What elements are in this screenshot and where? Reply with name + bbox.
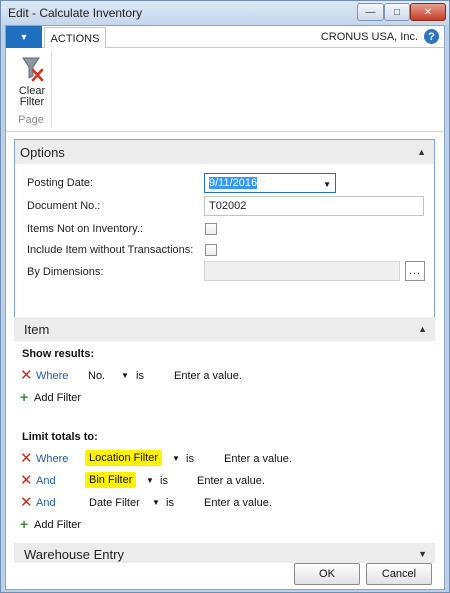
- show-results-filter-row: ✕ Where No. ▼ is Enter a value.: [20, 368, 420, 386]
- limit-filter-row: ✕ Where Location Filter ▼ is Enter a val…: [20, 450, 420, 469]
- ribbon-group-page: Clear Filter Page: [12, 52, 52, 128]
- posting-date-label: Posting Date:: [27, 177, 94, 189]
- chevron-down-icon[interactable]: ▼: [152, 498, 160, 507]
- filter-operator: is: [136, 370, 144, 382]
- funnel-clear-icon: [22, 57, 44, 82]
- posting-date-value: 9/11/2016: [209, 177, 258, 189]
- by-dimensions-assist-button[interactable]: ...: [405, 261, 425, 281]
- show-results-label: Show results:: [22, 348, 95, 360]
- by-dimensions-field[interactable]: [204, 261, 400, 281]
- include-item-checkbox[interactable]: [205, 244, 217, 256]
- document-no-label: Document No.:: [27, 200, 101, 212]
- document-no-field[interactable]: T02002: [204, 196, 424, 216]
- item-title: Item: [24, 322, 50, 337]
- filter-value[interactable]: Enter a value.: [224, 453, 292, 465]
- add-filter-link[interactable]: Add Filter: [34, 392, 81, 404]
- item-header[interactable]: Item ▲: [14, 317, 435, 341]
- help-icon[interactable]: ?: [424, 29, 439, 44]
- chevron-down-icon[interactable]: ▼: [121, 371, 129, 380]
- items-not-on-inventory-label: Items Not on Inventory.:: [27, 223, 143, 235]
- warehouse-entry-header[interactable]: Warehouse Entry ▼: [14, 543, 435, 565]
- limit-totals-label: Limit totals to:: [22, 431, 98, 443]
- filter-conjunction: Where: [36, 370, 69, 382]
- group-label-page: Page: [18, 114, 44, 126]
- filter-value[interactable]: Enter a value.: [174, 370, 242, 382]
- add-filter-row[interactable]: + Add Filter: [20, 390, 420, 408]
- document-no-value: T02002: [209, 200, 247, 212]
- add-filter-link[interactable]: Add Filter: [34, 519, 81, 531]
- chevron-down-icon[interactable]: ▼: [146, 476, 154, 485]
- ribbon-body: Clear Filter Page: [6, 48, 444, 132]
- ribbon-tabs: ▼ ACTIONS CRONUS USA, Inc. ?: [6, 26, 444, 49]
- filter-field[interactable]: No.: [88, 370, 105, 382]
- x-icon[interactable]: ✕: [20, 495, 33, 511]
- filter-field[interactable]: Location Filter: [85, 450, 163, 466]
- dialog-footer: OK Cancel: [6, 563, 444, 589]
- limit-filter-row: ✕ And Bin Filter ▼ is Enter a value.: [20, 472, 420, 491]
- x-icon[interactable]: ✕: [20, 451, 33, 467]
- filter-conjunction: And: [36, 475, 56, 487]
- minimize-button[interactable]: —: [357, 3, 384, 21]
- app-menu-button[interactable]: ▼: [6, 26, 42, 48]
- ok-button[interactable]: OK: [294, 563, 360, 585]
- filter-conjunction: Where: [36, 453, 69, 465]
- client-area: ▼ ACTIONS CRONUS USA, Inc. ? Clear Filte…: [5, 25, 445, 590]
- dialog-window: Edit - Calculate Inventory — □ ✕ ▼ ACTIO…: [0, 0, 450, 593]
- filter-operator: is: [166, 497, 174, 509]
- chevron-up-icon: ▲: [418, 324, 427, 334]
- chevron-down-icon: ▼: [418, 549, 427, 559]
- options-title: Options: [20, 144, 65, 160]
- add-filter-row[interactable]: + Add Filter: [20, 517, 420, 535]
- include-item-label: Include Item without Transactions:: [27, 244, 194, 256]
- by-dimensions-label: By Dimensions:: [27, 266, 104, 278]
- filter-field[interactable]: Bin Filter: [85, 472, 137, 488]
- options-section: Options ▲ Posting Date: 9/11/2016 ▼ Docu…: [14, 139, 435, 319]
- filter-value[interactable]: Enter a value.: [197, 475, 265, 487]
- company-name: CRONUS USA, Inc.: [320, 31, 418, 43]
- clear-filter-label: Clear Filter: [18, 85, 46, 108]
- filter-operator: is: [186, 453, 194, 465]
- posting-date-field[interactable]: 9/11/2016 ▼: [204, 173, 336, 193]
- limit-filter-row: ✕ And Date Filter ▼ is Enter a value.: [20, 495, 420, 513]
- items-not-on-inventory-checkbox[interactable]: [205, 223, 217, 235]
- plus-icon: +: [20, 516, 29, 532]
- warehouse-entry-title: Warehouse Entry: [24, 547, 124, 562]
- x-icon[interactable]: ✕: [20, 473, 33, 489]
- window-title: Edit - Calculate Inventory: [8, 6, 143, 20]
- plus-icon: +: [20, 389, 29, 405]
- title-bar: Edit - Calculate Inventory — □ ✕: [1, 1, 449, 25]
- filter-value[interactable]: Enter a value.: [204, 497, 272, 509]
- chevron-down-icon: ▼: [323, 180, 331, 189]
- content-area: Options ▲ Posting Date: 9/11/2016 ▼ Docu…: [6, 133, 444, 565]
- filter-conjunction: And: [36, 497, 56, 509]
- chevron-down-icon[interactable]: ▼: [172, 454, 180, 463]
- minimize-icon: —: [365, 6, 376, 18]
- close-icon: ✕: [423, 6, 433, 18]
- filter-operator: is: [160, 475, 168, 487]
- chevron-down-icon: ▼: [19, 32, 29, 42]
- maximize-button[interactable]: □: [384, 3, 410, 21]
- options-header[interactable]: Options ▲: [15, 140, 434, 164]
- close-button[interactable]: ✕: [410, 3, 446, 21]
- x-icon[interactable]: ✕: [20, 368, 33, 384]
- clear-filter-button[interactable]: Clear Filter: [14, 54, 50, 110]
- tab-actions[interactable]: ACTIONS: [44, 27, 106, 49]
- filter-field[interactable]: Date Filter: [89, 497, 140, 509]
- chevron-up-icon: ▲: [417, 147, 426, 157]
- cancel-button[interactable]: Cancel: [366, 563, 432, 585]
- maximize-icon: □: [393, 6, 401, 18]
